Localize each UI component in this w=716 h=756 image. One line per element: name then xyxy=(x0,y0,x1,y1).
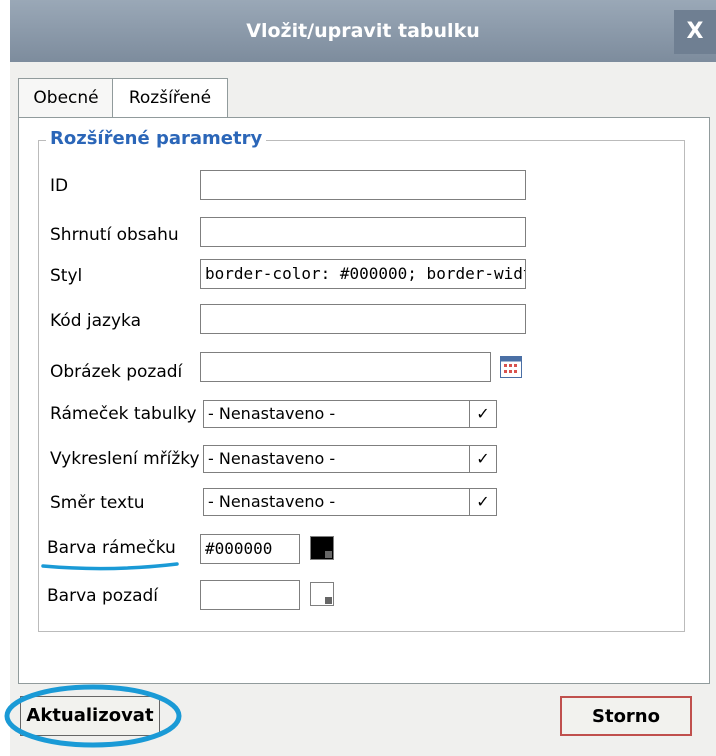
bg-color-input[interactable] xyxy=(200,580,300,610)
close-button[interactable]: X xyxy=(674,10,716,54)
browse-image-icon[interactable] xyxy=(500,356,522,378)
tab-general[interactable]: Obecné xyxy=(18,78,114,117)
id-label: ID xyxy=(50,176,69,196)
bg-image-input[interactable] xyxy=(200,352,491,382)
summary-input[interactable] xyxy=(200,217,526,247)
id-input[interactable] xyxy=(200,170,526,200)
border-color-input[interactable]: #000000 xyxy=(200,534,300,564)
chevron-down-icon[interactable]: ✓ xyxy=(469,446,496,472)
dir-label: Směr textu xyxy=(50,493,145,513)
chevron-down-icon[interactable]: ✓ xyxy=(469,489,496,515)
bg-color-label: Barva pozadí xyxy=(47,586,158,606)
frame-select-value: - Nenastaveno - xyxy=(208,404,336,423)
highlight-ellipse xyxy=(4,684,182,748)
style-input[interactable]: border-color: #000000; border-width: 0 xyxy=(200,259,526,289)
chevron-down-icon[interactable]: ✓ xyxy=(469,401,496,427)
lang-input[interactable] xyxy=(200,304,526,334)
title-bar[interactable]: Vložit/upravit tabulku X xyxy=(10,0,716,62)
dir-select-value: - Nenastaveno - xyxy=(208,492,336,511)
color-picker-icon[interactable] xyxy=(310,582,334,606)
close-icon: X xyxy=(686,19,704,44)
tab-advanced[interactable]: Rozšířené xyxy=(112,78,228,119)
summary-label: Shrnutí obsahu xyxy=(50,225,179,245)
dir-select[interactable]: - Nenastaveno - ✓ xyxy=(203,488,497,516)
rules-select[interactable]: - Nenastaveno - ✓ xyxy=(203,445,497,473)
dialog: Vložit/upravit tabulku X Obecné Rozšířen… xyxy=(4,0,716,756)
frame-select[interactable]: - Nenastaveno - ✓ xyxy=(203,400,497,428)
highlight-underline xyxy=(41,562,179,571)
frame-label: Rámeček tabulky xyxy=(50,404,197,424)
color-picker-icon[interactable] xyxy=(310,536,334,560)
dialog-title: Vložit/upravit tabulku xyxy=(246,20,480,42)
rules-select-value: - Nenastaveno - xyxy=(208,449,336,468)
rules-label: Vykreslení mřížky xyxy=(50,449,200,469)
cancel-button[interactable]: Storno xyxy=(560,696,692,736)
lang-label: Kód jazyka xyxy=(50,311,141,331)
bg-image-label: Obrázek pozadí xyxy=(50,362,183,382)
style-label: Styl xyxy=(50,266,83,286)
fieldset-legend: Rozšířené parametry xyxy=(46,128,267,149)
border-color-label: Barva rámečku xyxy=(47,538,176,558)
